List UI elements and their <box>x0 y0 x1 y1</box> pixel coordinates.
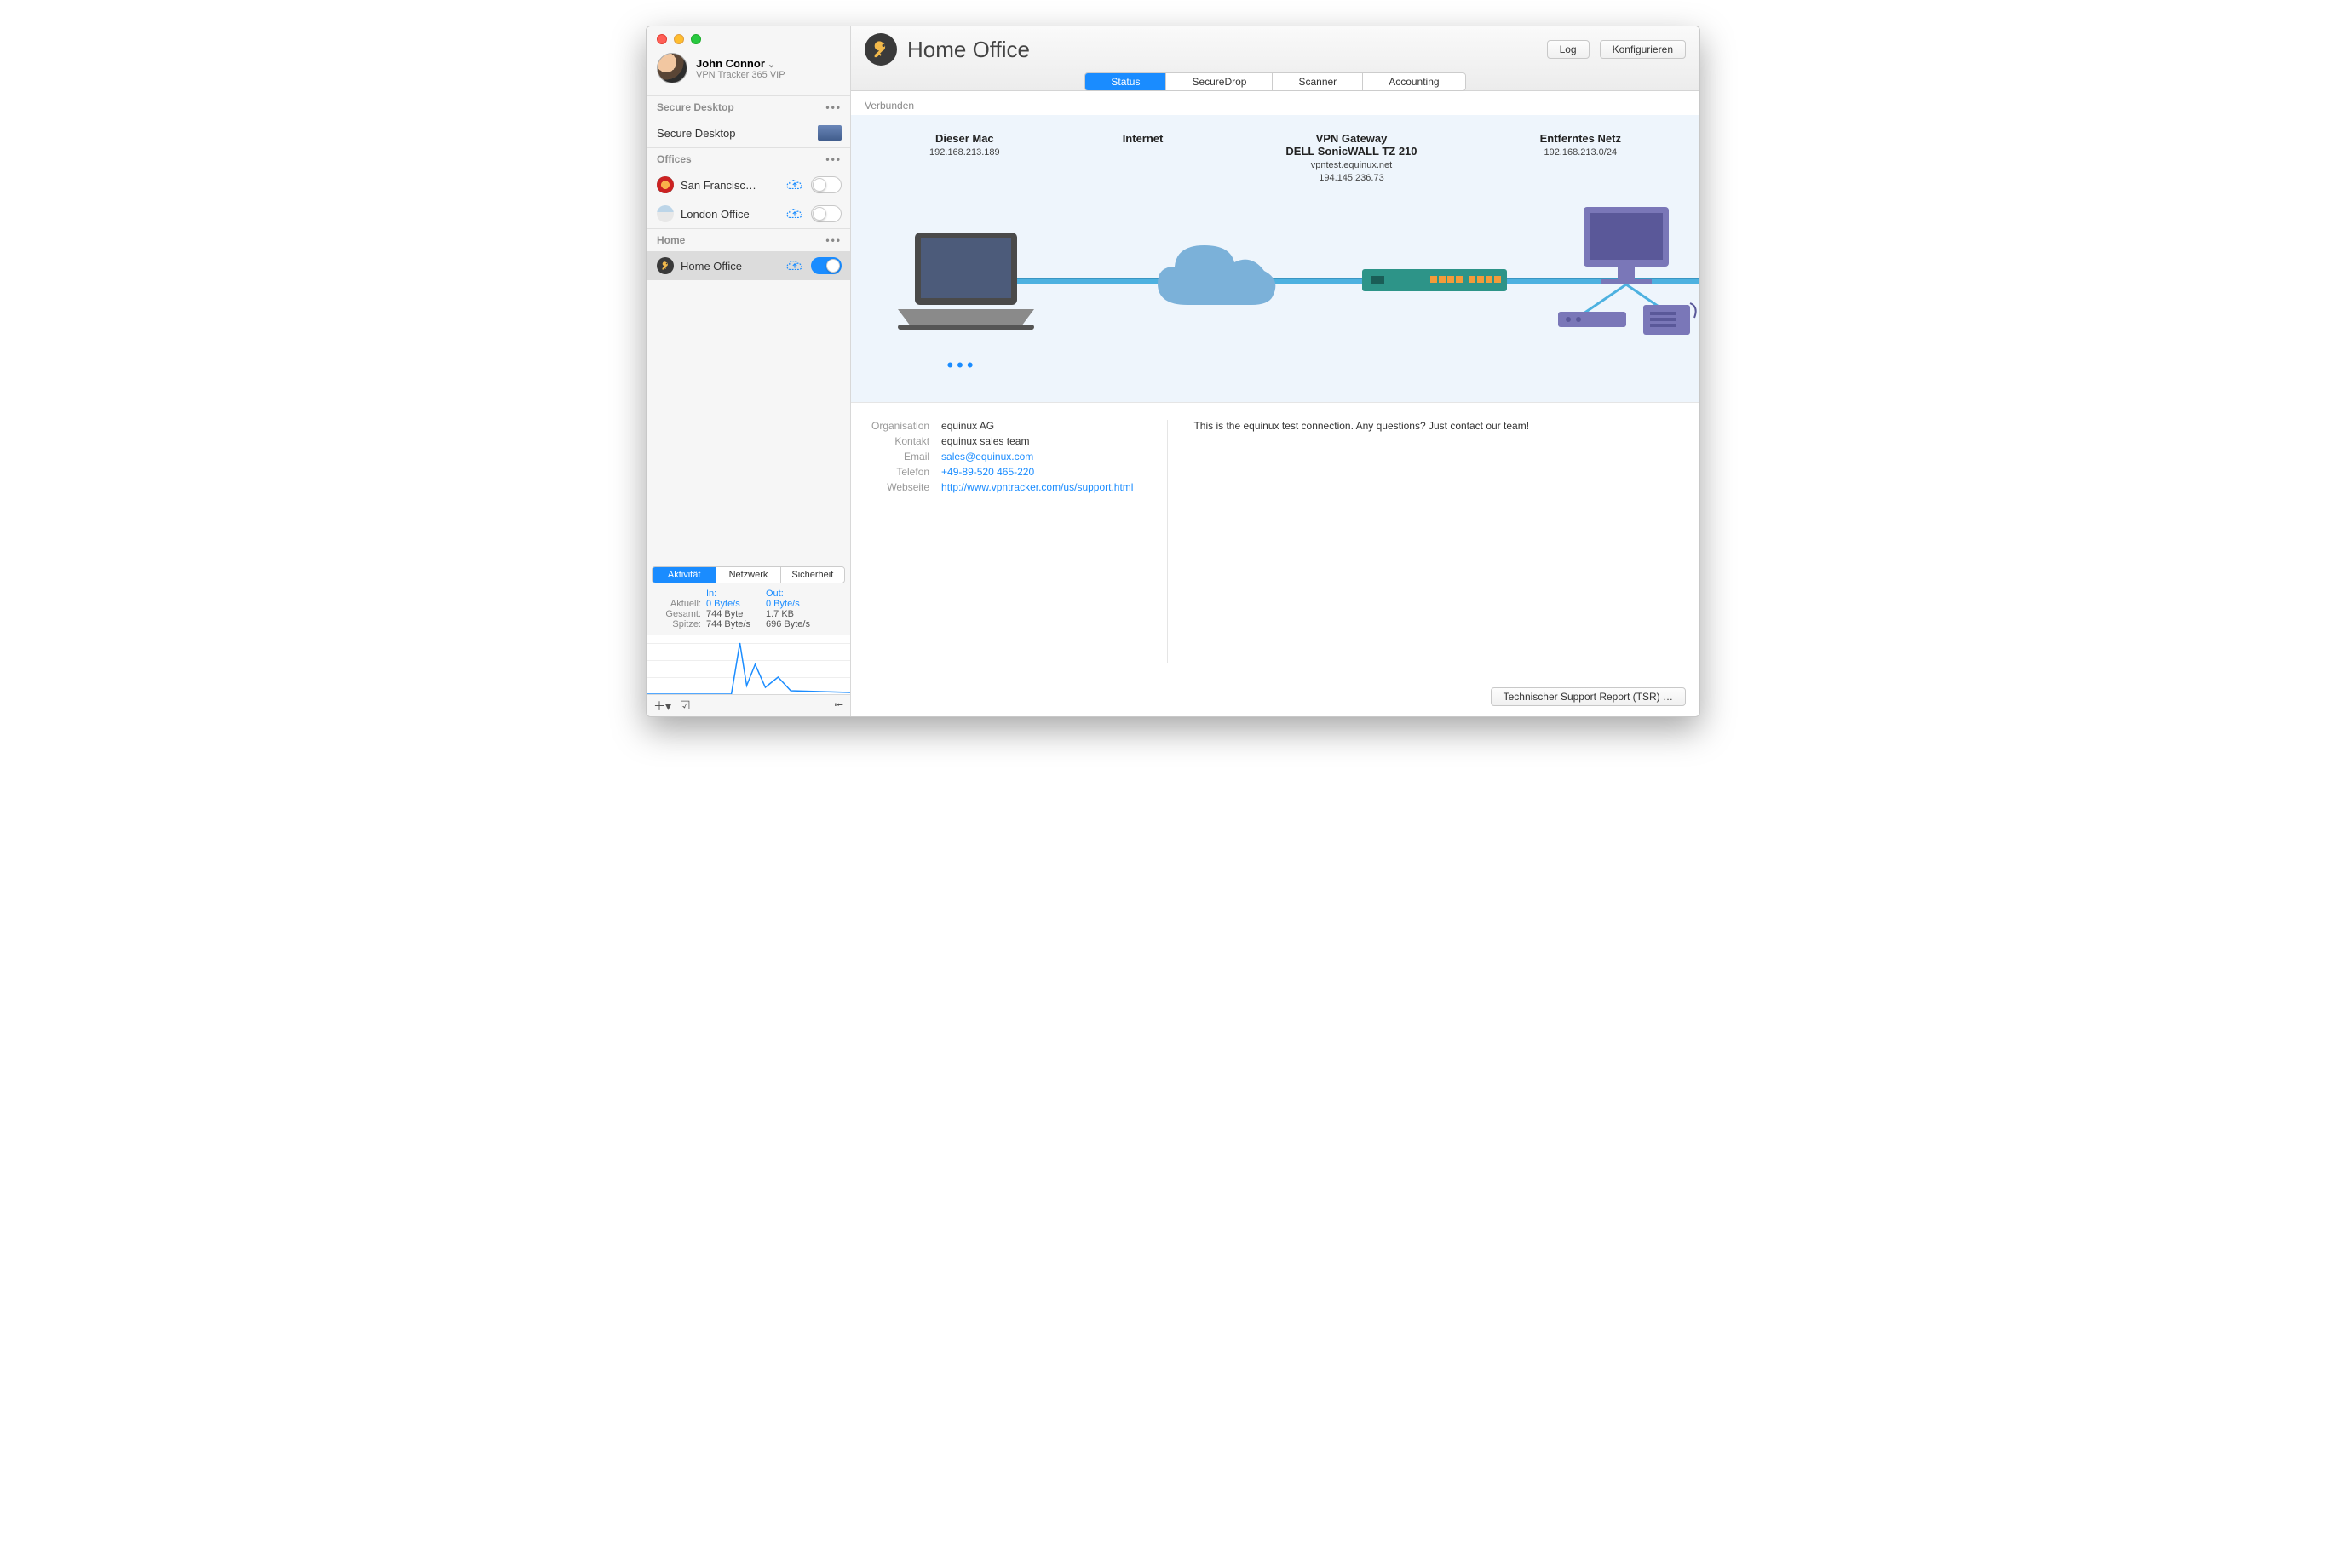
chevron-down-icon: ⌄ <box>768 60 775 70</box>
add-connection-button[interactable]: ＋▾ <box>653 698 671 715</box>
tab-activity[interactable]: Aktivität <box>653 567 716 583</box>
maximize-window-button[interactable] <box>691 34 701 44</box>
tab-scanner[interactable]: Scanner <box>1272 73 1362 90</box>
sidebar-item-label: Home Office <box>681 260 779 273</box>
sidebar-item-secure-desktop[interactable]: Secure Desktop <box>647 118 850 147</box>
tab-securedrop[interactable]: SecureDrop <box>1165 73 1272 90</box>
sidebar-menu-button[interactable]: ☑ <box>680 698 691 713</box>
page-title: Home Office <box>907 37 1537 63</box>
sidebar: John Connor⌄ VPN Tracker 365 VIP Secure … <box>647 26 851 716</box>
connection-toggle[interactable] <box>811 205 842 222</box>
section-header-home: Home ••• <box>647 228 850 251</box>
topology-panel: Dieser Mac 192.168.213.189 Internet VPN … <box>851 115 1699 402</box>
node-internet: Internet <box>1123 132 1164 186</box>
laptop-icon <box>894 228 1038 339</box>
minimize-window-button[interactable] <box>674 34 684 44</box>
tab-accounting[interactable]: Accounting <box>1362 73 1464 90</box>
cloud-upload-icon <box>785 178 804 192</box>
cloud-upload-icon <box>785 259 804 273</box>
phone-link[interactable]: +49-89-520 465-220 <box>941 466 1034 478</box>
email-link[interactable]: sales@equinux.com <box>941 451 1033 462</box>
stats-in-header: In: <box>706 589 766 599</box>
node-remote-network: Entferntes Netz 192.168.213.0/24 <box>1540 132 1621 186</box>
sidebar-item-label: Secure Desktop <box>657 127 811 140</box>
gateway-icon <box>1362 269 1507 295</box>
sidebar-item-home-office[interactable]: Home Office <box>647 251 850 280</box>
tsr-button[interactable]: Technischer Support Report (TSR) … <box>1491 687 1686 706</box>
secure-desktop-thumbnail <box>818 125 842 141</box>
section-title: Secure Desktop <box>657 101 734 113</box>
activity-tabs: Aktivität Netzwerk Sicherheit <box>652 566 845 583</box>
tab-network[interactable]: Netzwerk <box>716 567 779 583</box>
avatar <box>657 53 687 83</box>
remote-network-icon <box>1550 203 1700 347</box>
sidebar-footer: ＋▾ ☑ ⭰ <box>647 694 850 716</box>
section-header-secure-desktop: Secure Desktop ••• <box>647 95 850 118</box>
cloud-icon <box>1149 237 1285 322</box>
topology-graphics <box>851 203 1699 347</box>
app-window: John Connor⌄ VPN Tracker 365 VIP Secure … <box>646 26 1700 717</box>
main-content: Home Office Log Konfigurieren Status Sec… <box>851 26 1699 716</box>
contact-details: Organisation equinux AG Kontakt equinux … <box>871 420 1133 663</box>
cloud-upload-icon <box>785 207 804 221</box>
connection-toggle[interactable] <box>811 176 842 193</box>
traffic-sparkline <box>647 635 850 694</box>
connection-status-label: Verbunden <box>851 91 1699 115</box>
sidebar-item-label: London Office <box>681 208 779 221</box>
main-tabs: Status SecureDrop Scanner Accounting <box>865 72 1686 90</box>
collapse-sidebar-button[interactable]: ⭰ <box>834 696 843 716</box>
traffic-stats: In: Out: Aktuell: 0 Byte/s 0 Byte/s Gesa… <box>647 583 850 633</box>
section-title: Offices <box>657 153 692 165</box>
section-menu-button[interactable]: ••• <box>825 234 842 246</box>
user-plan: VPN Tracker 365 VIP <box>696 70 785 80</box>
section-menu-button[interactable]: ••• <box>825 101 842 113</box>
user-account[interactable]: John Connor⌄ VPN Tracker 365 VIP <box>647 49 850 95</box>
sidebar-item-london-office[interactable]: London Office <box>647 199 850 228</box>
connection-icon <box>657 176 674 193</box>
window-controls <box>647 26 850 49</box>
connection-note: This is the equinux test connection. Any… <box>1167 420 1679 663</box>
log-button[interactable]: Log <box>1547 40 1590 59</box>
sidebar-item-san-francisco[interactable]: San Francisc… <box>647 170 850 199</box>
section-header-offices: Offices ••• <box>647 147 850 170</box>
close-window-button[interactable] <box>657 34 667 44</box>
website-link[interactable]: http://www.vpntracker.com/us/support.htm… <box>941 481 1133 493</box>
node-vpn-gateway: VPN Gateway DELL SonicWALL TZ 210 vpntes… <box>1285 132 1417 186</box>
node-this-mac: Dieser Mac 192.168.213.189 <box>929 132 1000 186</box>
loading-dots-icon: ••• <box>851 354 1021 376</box>
sidebar-item-label: San Francisc… <box>681 179 779 192</box>
stats-out-header: Out: <box>766 589 825 599</box>
connection-icon <box>657 205 674 222</box>
key-icon <box>657 257 674 274</box>
user-name: John Connor⌄ <box>696 57 785 70</box>
section-menu-button[interactable]: ••• <box>825 153 842 165</box>
info-panel: Organisation equinux AG Kontakt equinux … <box>851 402 1699 681</box>
tab-status[interactable]: Status <box>1085 73 1165 90</box>
key-icon <box>865 33 897 66</box>
main-header: Home Office Log Konfigurieren Status Sec… <box>851 26 1699 91</box>
configure-button[interactable]: Konfigurieren <box>1600 40 1686 59</box>
tab-security[interactable]: Sicherheit <box>780 567 844 583</box>
section-title: Home <box>657 234 685 246</box>
connection-toggle[interactable] <box>811 257 842 274</box>
